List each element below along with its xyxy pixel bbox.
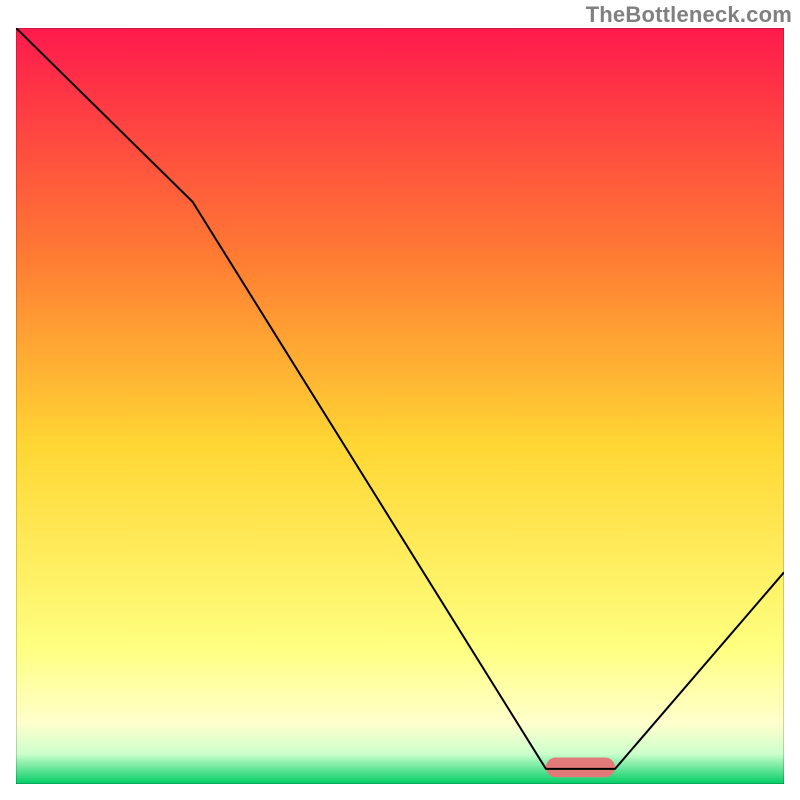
chart-svg xyxy=(16,28,784,784)
chart-stage: TheBottleneck.com xyxy=(0,0,800,800)
chart-plot-area xyxy=(16,28,784,784)
optimal-range-marker xyxy=(546,758,615,778)
watermark-text: TheBottleneck.com xyxy=(586,2,792,28)
